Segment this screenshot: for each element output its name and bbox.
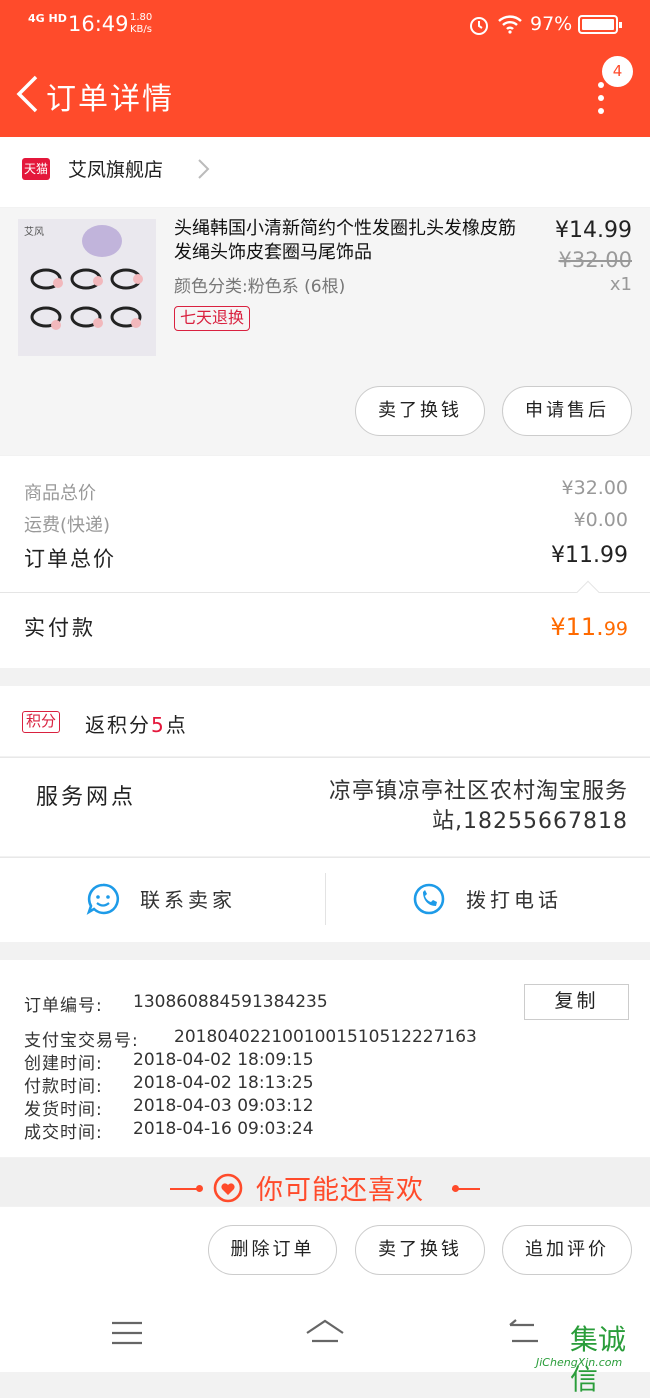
product-spec: 颜色分类:粉色系 (6根): [174, 277, 346, 297]
recommend-dot-left: [196, 1185, 203, 1192]
chat-icon[interactable]: [86, 882, 120, 916]
more-menu-icon[interactable]: [598, 82, 604, 121]
product-title[interactable]: 头绳韩国小清新简约个性发圈扎头发橡皮筋发绳头饰皮套圈马尾饰品: [174, 217, 526, 265]
summary-divider: [0, 592, 650, 593]
recommend-line-right: [452, 1188, 480, 1190]
menu-icon[interactable]: [109, 1315, 145, 1351]
status-time: 16:49: [68, 12, 129, 36]
paid-value: ¥11.99: [550, 613, 628, 641]
service-point-value: 凉亭镇凉亭社区农村淘宝服务站,18255667818: [328, 779, 628, 834]
shop-name[interactable]: 艾凤旗舰店: [68, 155, 163, 182]
network-indicator: 4G HD: [28, 12, 67, 25]
tmall-badge: 天猫: [22, 158, 50, 180]
battery-icon: [578, 15, 622, 34]
home-icon[interactable]: [304, 1315, 346, 1351]
recommend-title: 你可能还喜欢: [256, 1175, 424, 1206]
heart-icon: [213, 1173, 243, 1203]
paid-time-label: 付款时间:: [24, 1077, 103, 1097]
alipay-label: 支付宝交易号:: [24, 1031, 139, 1051]
product-price: ¥14.99: [555, 218, 632, 243]
done-time: 2018-04-16 09:03:24: [133, 1119, 314, 1139]
sell-button-bottom[interactable]: 卖了换钱: [355, 1225, 485, 1275]
paid-label: 实付款: [24, 616, 96, 640]
battery-percent: 97%: [530, 13, 573, 35]
service-point-label: 服务网点: [36, 785, 137, 810]
product-thumbnail[interactable]: 艾风: [18, 219, 156, 356]
add-review-button[interactable]: 追加评价: [502, 1225, 632, 1275]
contact-divider: [325, 873, 326, 925]
created-time: 2018-04-02 18:09:15: [133, 1050, 314, 1070]
back-arrow-icon[interactable]: [14, 74, 40, 114]
thumb-brand-text: 艾风: [24, 227, 44, 238]
shipping-value: ¥0.00: [573, 509, 628, 531]
shipping-label: 运费(快递): [24, 515, 111, 536]
alipay-number: 2018040221001001510512227163: [174, 1027, 477, 1047]
points-text: 返积分5点: [85, 713, 188, 737]
wifi-icon: [498, 15, 522, 34]
product-quantity: x1: [609, 274, 632, 295]
sell-button[interactable]: 卖了换钱: [355, 386, 485, 436]
call-button[interactable]: 拨打电话: [466, 884, 562, 913]
notification-badge[interactable]: 4: [602, 56, 633, 87]
return-policy-tag: 七天退换: [174, 306, 251, 331]
order-number: 130860884591384235: [133, 992, 328, 1012]
title-bar: 订单详情: [0, 50, 650, 137]
delete-order-button[interactable]: 删除订单: [208, 1225, 337, 1275]
paid-time: 2018-04-02 18:13:25: [133, 1073, 314, 1093]
watermark-url: JiChengXin.com: [536, 1356, 623, 1369]
page-title: 订单详情: [46, 82, 174, 117]
copy-button[interactable]: 复制: [524, 984, 629, 1020]
shipped-label: 发货时间:: [24, 1100, 103, 1120]
network-speed: 1.80 KB/s: [130, 12, 153, 35]
alarm-icon: [470, 17, 488, 35]
order-number-label: 订单编号:: [24, 996, 103, 1016]
recommend-line-left: [170, 1188, 198, 1190]
phone-icon[interactable]: [412, 882, 446, 916]
original-price: ¥32.00: [558, 248, 632, 272]
goods-total-value: ¥32.00: [561, 477, 628, 499]
created-label: 创建时间:: [24, 1054, 103, 1074]
status-bar: 4G HD 16:49 1.80 KB/s 97%: [0, 0, 650, 50]
contact-seller-button[interactable]: 联系卖家: [140, 884, 236, 913]
chevron-right-icon[interactable]: [194, 158, 214, 180]
watermark-logo: 集诚信 JiChengXin.com: [530, 1318, 650, 1396]
order-total-value: ¥11.99: [551, 543, 628, 568]
order-total-label: 订单总价: [24, 547, 116, 571]
goods-total-label: 商品总价: [24, 483, 96, 504]
shipped-time: 2018-04-03 09:03:12: [133, 1096, 314, 1116]
after-sale-button[interactable]: 申请售后: [502, 386, 632, 436]
points-tag: 积分: [22, 711, 61, 733]
done-label: 成交时间:: [24, 1123, 103, 1143]
